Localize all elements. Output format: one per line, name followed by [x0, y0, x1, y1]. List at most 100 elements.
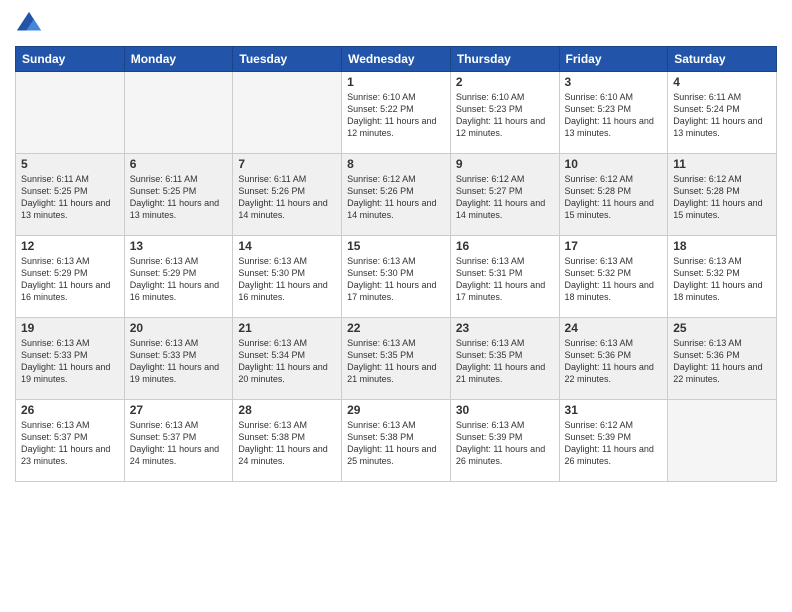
calendar-cell: 11 Sunrise: 6:12 AM Sunset: 5:28 PM Dayli… — [668, 154, 777, 236]
day-number: 7 — [238, 157, 336, 171]
calendar-cell: 21 Sunrise: 6:13 AM Sunset: 5:34 PM Dayli… — [233, 318, 342, 400]
calendar-cell — [233, 72, 342, 154]
calendar-cell: 27 Sunrise: 6:13 AM Sunset: 5:37 PM Dayli… — [124, 400, 233, 482]
day-number: 13 — [130, 239, 228, 253]
day-info: Sunrise: 6:13 AM Sunset: 5:30 PM Dayligh… — [238, 255, 336, 304]
day-number: 10 — [565, 157, 663, 171]
day-number: 1 — [347, 75, 445, 89]
day-info: Sunrise: 6:13 AM Sunset: 5:33 PM Dayligh… — [130, 337, 228, 386]
calendar: SundayMondayTuesdayWednesdayThursdayFrid… — [15, 46, 777, 482]
weekday-header: Monday — [124, 47, 233, 72]
day-number: 26 — [21, 403, 119, 417]
calendar-cell: 5 Sunrise: 6:11 AM Sunset: 5:25 PM Daylig… — [16, 154, 125, 236]
day-info: Sunrise: 6:12 AM Sunset: 5:39 PM Dayligh… — [565, 419, 663, 468]
day-info: Sunrise: 6:10 AM Sunset: 5:23 PM Dayligh… — [456, 91, 554, 140]
day-info: Sunrise: 6:11 AM Sunset: 5:25 PM Dayligh… — [21, 173, 119, 222]
day-info: Sunrise: 6:12 AM Sunset: 5:28 PM Dayligh… — [565, 173, 663, 222]
weekday-header: Wednesday — [342, 47, 451, 72]
day-info: Sunrise: 6:10 AM Sunset: 5:22 PM Dayligh… — [347, 91, 445, 140]
calendar-cell — [668, 400, 777, 482]
calendar-cell: 1 Sunrise: 6:10 AM Sunset: 5:22 PM Daylig… — [342, 72, 451, 154]
day-number: 12 — [21, 239, 119, 253]
header — [15, 10, 777, 38]
day-number: 6 — [130, 157, 228, 171]
day-info: Sunrise: 6:13 AM Sunset: 5:37 PM Dayligh… — [21, 419, 119, 468]
calendar-cell: 12 Sunrise: 6:13 AM Sunset: 5:29 PM Dayli… — [16, 236, 125, 318]
day-number: 29 — [347, 403, 445, 417]
day-number: 8 — [347, 157, 445, 171]
day-info: Sunrise: 6:13 AM Sunset: 5:29 PM Dayligh… — [21, 255, 119, 304]
calendar-cell: 22 Sunrise: 6:13 AM Sunset: 5:35 PM Dayli… — [342, 318, 451, 400]
day-number: 11 — [673, 157, 771, 171]
day-number: 25 — [673, 321, 771, 335]
day-info: Sunrise: 6:13 AM Sunset: 5:35 PM Dayligh… — [456, 337, 554, 386]
day-number: 9 — [456, 157, 554, 171]
calendar-cell: 26 Sunrise: 6:13 AM Sunset: 5:37 PM Dayli… — [16, 400, 125, 482]
day-number: 3 — [565, 75, 663, 89]
calendar-cell: 15 Sunrise: 6:13 AM Sunset: 5:30 PM Dayli… — [342, 236, 451, 318]
day-info: Sunrise: 6:13 AM Sunset: 5:36 PM Dayligh… — [673, 337, 771, 386]
calendar-cell: 28 Sunrise: 6:13 AM Sunset: 5:38 PM Dayli… — [233, 400, 342, 482]
page: SundayMondayTuesdayWednesdayThursdayFrid… — [0, 0, 792, 612]
day-number: 15 — [347, 239, 445, 253]
calendar-cell: 24 Sunrise: 6:13 AM Sunset: 5:36 PM Dayli… — [559, 318, 668, 400]
calendar-cell: 2 Sunrise: 6:10 AM Sunset: 5:23 PM Daylig… — [450, 72, 559, 154]
day-info: Sunrise: 6:13 AM Sunset: 5:39 PM Dayligh… — [456, 419, 554, 468]
day-info: Sunrise: 6:13 AM Sunset: 5:37 PM Dayligh… — [130, 419, 228, 468]
calendar-cell: 19Sunrise: 6:13 AM Sunset: 5:33 PM Dayli… — [16, 318, 125, 400]
calendar-cell — [124, 72, 233, 154]
day-info: Sunrise: 6:11 AM Sunset: 5:25 PM Dayligh… — [130, 173, 228, 222]
calendar-cell: 30Sunrise: 6:13 AM Sunset: 5:39 PM Dayli… — [450, 400, 559, 482]
day-info: Sunrise: 6:12 AM Sunset: 5:28 PM Dayligh… — [673, 173, 771, 222]
day-info: Sunrise: 6:13 AM Sunset: 5:30 PM Dayligh… — [347, 255, 445, 304]
day-number: 14 — [238, 239, 336, 253]
day-info: Sunrise: 6:13 AM Sunset: 5:33 PM Dayligh… — [21, 337, 119, 386]
day-number: 2 — [456, 75, 554, 89]
day-number: 28 — [238, 403, 336, 417]
weekday-header: Saturday — [668, 47, 777, 72]
day-info: Sunrise: 6:12 AM Sunset: 5:26 PM Dayligh… — [347, 173, 445, 222]
day-number: 17 — [565, 239, 663, 253]
calendar-cell: 20 Sunrise: 6:13 AM Sunset: 5:33 PM Dayli… — [124, 318, 233, 400]
calendar-cell: 16 Sunrise: 6:13 AM Sunset: 5:31 PM Dayli… — [450, 236, 559, 318]
day-info: Sunrise: 6:13 AM Sunset: 5:34 PM Dayligh… — [238, 337, 336, 386]
day-info: Sunrise: 6:13 AM Sunset: 5:32 PM Dayligh… — [673, 255, 771, 304]
day-info: Sunrise: 6:13 AM Sunset: 5:38 PM Dayligh… — [238, 419, 336, 468]
calendar-cell: 8 Sunrise: 6:12 AM Sunset: 5:26 PM Daylig… — [342, 154, 451, 236]
day-info: Sunrise: 6:13 AM Sunset: 5:31 PM Dayligh… — [456, 255, 554, 304]
day-number: 18 — [673, 239, 771, 253]
day-number: 20 — [130, 321, 228, 335]
day-info: Sunrise: 6:13 AM Sunset: 5:38 PM Dayligh… — [347, 419, 445, 468]
calendar-cell: 18 Sunrise: 6:13 AM Sunset: 5:32 PM Dayli… — [668, 236, 777, 318]
day-number: 24 — [565, 321, 663, 335]
day-number: 22 — [347, 321, 445, 335]
weekday-header: Tuesday — [233, 47, 342, 72]
day-info: Sunrise: 6:11 AM Sunset: 5:26 PM Dayligh… — [238, 173, 336, 222]
day-info: Sunrise: 6:12 AM Sunset: 5:27 PM Dayligh… — [456, 173, 554, 222]
calendar-cell: 3 Sunrise: 6:10 AM Sunset: 5:23 PM Daylig… — [559, 72, 668, 154]
calendar-cell — [16, 72, 125, 154]
day-info: Sunrise: 6:13 AM Sunset: 5:35 PM Dayligh… — [347, 337, 445, 386]
day-number: 23 — [456, 321, 554, 335]
calendar-cell: 4 Sunrise: 6:11 AM Sunset: 5:24 PM Daylig… — [668, 72, 777, 154]
calendar-cell: 31 Sunrise: 6:12 AM Sunset: 5:39 PM Dayli… — [559, 400, 668, 482]
day-number: 16 — [456, 239, 554, 253]
day-number: 31 — [565, 403, 663, 417]
day-info: Sunrise: 6:11 AM Sunset: 5:24 PM Dayligh… — [673, 91, 771, 140]
calendar-cell: 10 Sunrise: 6:12 AM Sunset: 5:28 PM Dayli… — [559, 154, 668, 236]
calendar-cell: 25 Sunrise: 6:13 AM Sunset: 5:36 PM Dayli… — [668, 318, 777, 400]
calendar-cell: 23 Sunrise: 6:13 AM Sunset: 5:35 PM Dayli… — [450, 318, 559, 400]
day-number: 21 — [238, 321, 336, 335]
day-number: 27 — [130, 403, 228, 417]
weekday-header: Thursday — [450, 47, 559, 72]
day-info: Sunrise: 6:13 AM Sunset: 5:32 PM Dayligh… — [565, 255, 663, 304]
calendar-cell: 6 Sunrise: 6:11 AM Sunset: 5:25 PM Daylig… — [124, 154, 233, 236]
calendar-cell: 17 Sunrise: 6:13 AM Sunset: 5:32 PM Dayli… — [559, 236, 668, 318]
weekday-header: Friday — [559, 47, 668, 72]
day-info: Sunrise: 6:10 AM Sunset: 5:23 PM Dayligh… — [565, 91, 663, 140]
calendar-cell: 13Sunrise: 6:13 AM Sunset: 5:29 PM Dayli… — [124, 236, 233, 318]
calendar-cell: 29 Sunrise: 6:13 AM Sunset: 5:38 PM Dayli… — [342, 400, 451, 482]
day-number: 5 — [21, 157, 119, 171]
day-info: Sunrise: 6:13 AM Sunset: 5:36 PM Dayligh… — [565, 337, 663, 386]
day-number: 4 — [673, 75, 771, 89]
